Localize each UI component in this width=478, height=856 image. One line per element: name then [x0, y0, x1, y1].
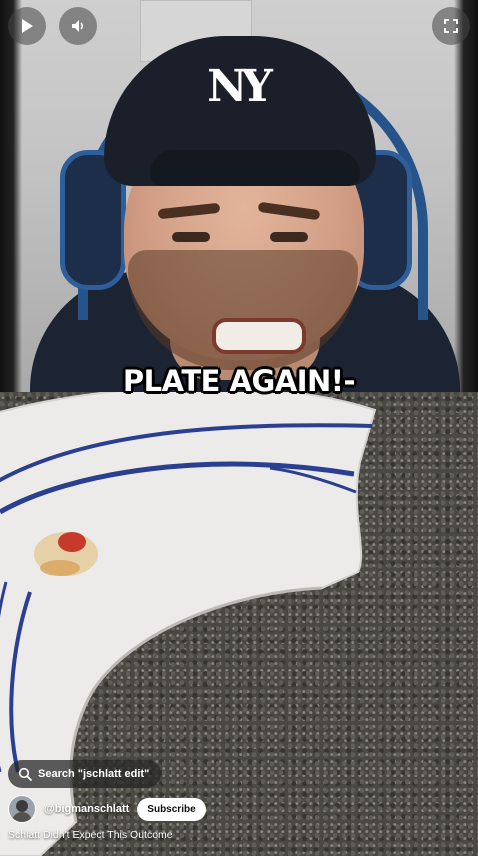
- search-pill-label: Search "jschlatt edit": [38, 768, 150, 780]
- fullscreen-icon: [444, 19, 458, 33]
- fullscreen-button[interactable]: [432, 7, 470, 45]
- cap-brim: [150, 150, 360, 186]
- eye-right: [270, 232, 308, 242]
- mouth: [212, 318, 306, 354]
- volume-button[interactable]: [59, 7, 97, 45]
- volume-icon: [72, 20, 84, 32]
- webcam-view: NY: [0, 0, 478, 392]
- search-icon: [18, 767, 32, 781]
- right-shadow: [454, 0, 478, 392]
- play-icon: [22, 19, 33, 33]
- video-player[interactable]: NY PLATE AGAIN!- Search "jschlatt edit" …: [0, 0, 478, 856]
- eye-left: [172, 232, 210, 242]
- left-shadow: [0, 0, 22, 392]
- channel-handle[interactable]: @bigmanschlatt: [44, 803, 129, 815]
- ny-logo: NY: [207, 61, 273, 112]
- related-search-pill[interactable]: Search "jschlatt edit": [8, 760, 162, 788]
- video-title[interactable]: Schlatt Didn't Expect This Outcome: [8, 829, 173, 841]
- channel-avatar[interactable]: [8, 795, 36, 823]
- subscribe-button[interactable]: Subscribe: [137, 797, 206, 821]
- subtitle-caption: PLATE AGAIN!-: [122, 364, 356, 398]
- play-button[interactable]: [8, 7, 46, 45]
- channel-row: @bigmanschlatt Subscribe: [8, 795, 206, 823]
